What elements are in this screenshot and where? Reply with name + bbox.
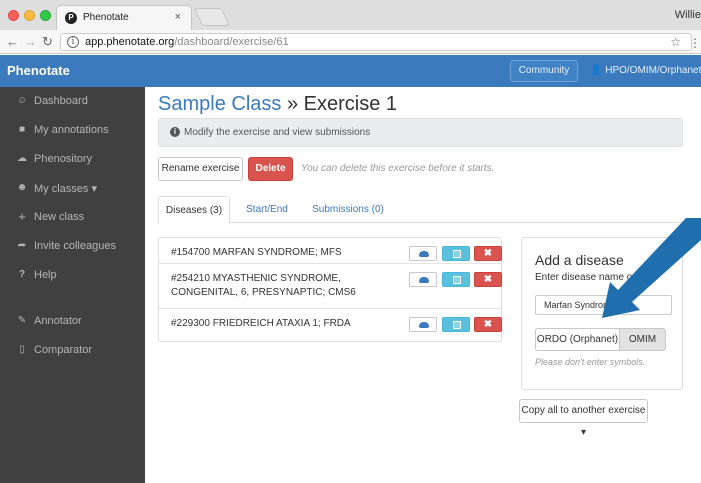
browser-tab[interactable]: P Phenotate ×	[56, 5, 192, 30]
cloud-button[interactable]	[409, 317, 437, 332]
info-circle-icon: i	[170, 127, 180, 137]
columns-icon: ▯	[19, 344, 25, 355]
folder-icon: ■	[18, 124, 26, 135]
cloud-button[interactable]	[409, 272, 437, 287]
copy-icon	[453, 250, 461, 258]
pencil-icon: ✎	[17, 315, 27, 326]
tab-diseases[interactable]: Diseases (3)	[158, 196, 230, 224]
sidebar-item-annotator[interactable]: ✎ Annotator	[0, 311, 145, 333]
new-tab-button[interactable]	[193, 8, 231, 26]
sidebar-item-label: Dashboard	[34, 95, 88, 107]
copy-icon	[453, 276, 461, 284]
sidebar-item-comparator[interactable]: ▯ Comparator	[0, 340, 145, 362]
sidebar-item-new-class[interactable]: + New class	[0, 207, 145, 229]
alert-text: Modify the exercise and view submissions	[184, 127, 371, 138]
annotation-arrow-icon	[602, 218, 701, 318]
copy-button[interactable]	[442, 246, 470, 261]
omim-toggle[interactable]: OMIM	[619, 328, 666, 351]
brand-logo[interactable]: Phenotate	[7, 63, 70, 78]
address-bar: ← → ↻ i app.phenotate.org/dashboard/exer…	[0, 30, 701, 54]
window-close-icon[interactable]	[8, 10, 19, 21]
cloud-icon	[419, 251, 429, 257]
reload-icon[interactable]: ↻	[42, 34, 53, 50]
info-icon[interactable]: i	[67, 36, 79, 48]
delete-hint: You can delete this exercise before it s…	[301, 163, 495, 174]
info-alert: i Modify the exercise and view submissio…	[158, 118, 683, 147]
sidebar-item-help[interactable]: ? Help	[0, 265, 145, 287]
sidebar-item-label: Help	[34, 269, 57, 281]
sidebar-item-my-classes[interactable]: ☻ My classes ▾	[0, 178, 145, 200]
plus-icon: +	[18, 209, 26, 224]
window-minimize-icon[interactable]	[24, 10, 35, 21]
back-arrow-icon[interactable]: ←	[6, 34, 19, 49]
add-disease-hint: Please don't enter symbols.	[535, 357, 646, 367]
cloud-icon	[419, 322, 429, 328]
tab-start-end[interactable]: Start/End	[238, 196, 296, 223]
tab-close-icon[interactable]: ×	[175, 11, 181, 23]
help-icon: ?	[18, 269, 26, 280]
disease-name: #254210 MYASTHENIC SYNDROME, CONGENITAL,…	[171, 273, 356, 298]
remove-button[interactable]: ✖	[474, 272, 502, 287]
breadcrumb-exercise: Exercise 1	[303, 93, 398, 115]
list-item: #254210 MYASTHENIC SYNDROME, CONGENITAL,…	[159, 264, 502, 309]
list-item: #229300 FRIEDREICH ATAXIA 1; FRDA ✖	[159, 309, 502, 341]
phenotate-favicon-icon: P	[65, 12, 77, 24]
sidebar-item-phenository[interactable]: ☁ Phenository	[0, 149, 145, 171]
sidebar-item-label: New class	[34, 211, 85, 223]
share-icon: ➦	[17, 240, 27, 251]
sidebar-item-invite-colleagues[interactable]: ➦ Invite colleagues	[0, 236, 145, 258]
url-host: app.phenotate.org	[85, 36, 175, 48]
tab-title: Phenotate	[83, 12, 129, 23]
breadcrumb-class-link[interactable]: Sample Class	[158, 93, 281, 115]
sidebar-item-label: My classes ▾	[34, 183, 97, 195]
copy-icon	[453, 321, 461, 329]
cloud-icon: ☁	[17, 153, 27, 164]
browser-tab-strip: P Phenotate × Willie	[0, 0, 701, 30]
sidebar-item-label: Phenository	[34, 153, 93, 165]
sidebar-item-dashboard[interactable]: ☺ Dashboard	[0, 91, 145, 113]
sidebar-item-label: Annotator	[34, 315, 82, 327]
disease-list: #154700 MARFAN SYNDROME; MFS ✖ #254210 M…	[158, 237, 502, 342]
ordo-toggle[interactable]: ORDO (Orphanet)	[535, 328, 620, 351]
sidebar-item-label: Invite colleagues	[34, 240, 116, 252]
ontology-menu[interactable]: 👤 HPO/OMIM/Orphanet ▾	[590, 65, 701, 76]
cloud-icon	[419, 277, 429, 283]
app-navbar: Phenotate Community 👤 HPO/OMIM/Orphanet …	[0, 55, 701, 87]
remove-button[interactable]: ✖	[474, 317, 502, 332]
disease-name: #154700 MARFAN SYNDROME; MFS	[171, 247, 342, 258]
forward-arrow-icon[interactable]: →	[24, 34, 37, 49]
page-title: Sample Class » Exercise 1	[158, 93, 397, 116]
rename-exercise-button[interactable]: Rename exercise	[158, 157, 243, 181]
url-path: /dashboard/exercise/61	[174, 36, 289, 48]
copy-button[interactable]	[442, 317, 470, 332]
dashboard-icon: ☺	[16, 95, 28, 106]
sidebar-item-label: My annotations	[34, 124, 109, 136]
url-input[interactable]: i app.phenotate.org/dashboard/exercise/6…	[60, 33, 692, 51]
menu-icon[interactable]: ⋮	[689, 36, 701, 50]
copy-button[interactable]	[442, 272, 470, 287]
list-item: #154700 MARFAN SYNDROME; MFS ✖	[159, 238, 502, 264]
url-text: app.phenotate.org/dashboard/exercise/61	[85, 36, 289, 48]
breadcrumb-separator: »	[286, 93, 299, 115]
disease-name: #229300 FRIEDREICH ATAXIA 1; FRDA	[171, 318, 351, 329]
delete-button[interactable]: Delete	[248, 157, 293, 181]
tab-submissions[interactable]: Submissions (0)	[304, 196, 392, 223]
sidebar-item-my-annotations[interactable]: ■ My annotations	[0, 120, 145, 142]
copy-all-button[interactable]: Copy all to another exercise ▾	[519, 399, 648, 438]
users-icon: ☻	[16, 182, 28, 193]
browser-profile-name[interactable]: Willie	[675, 9, 701, 21]
sidebar-item-label: Comparator	[34, 344, 93, 356]
cloud-button[interactable]	[409, 246, 437, 261]
community-button[interactable]: Community	[510, 60, 578, 82]
star-icon[interactable]: ☆	[670, 35, 681, 49]
remove-button[interactable]: ✖	[474, 246, 502, 261]
sidebar: ☺ Dashboard ■ My annotations ☁ Phenosito…	[0, 87, 145, 483]
window-maximize-icon[interactable]	[40, 10, 51, 21]
